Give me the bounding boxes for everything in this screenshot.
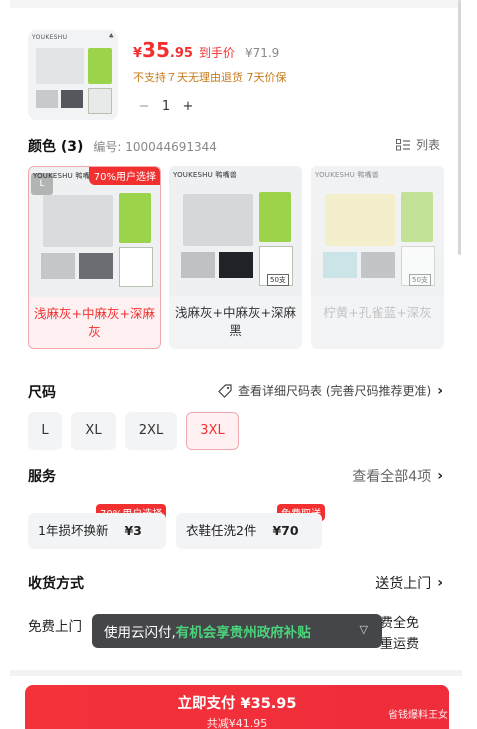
color-option-1[interactable]: 70%用户选择 YOUKESHU 鸭嘴兽 L 浅麻灰+中麻灰+深麻灰 [28, 166, 161, 349]
size-option-3xl[interactable]: 3XL [186, 412, 239, 450]
pack-image [119, 247, 153, 287]
card-brand: YOUKESHU 鸭嘴兽 [315, 171, 379, 179]
green-box-image [119, 193, 151, 243]
size-title: 尺码 [28, 385, 56, 401]
color-title: 颜色 (3) [28, 139, 84, 155]
list-icon [395, 138, 410, 150]
toast-highlight: 有机会享贵州政府补贴 [175, 625, 311, 641]
free-pickup-label: 免费上门 [28, 619, 82, 635]
view-all-services[interactable]: 查看全部4项 › [352, 466, 443, 486]
note-line-1: 费全免 [380, 616, 420, 631]
green-box-image [88, 48, 112, 84]
thumb-brand: YOUKESHU [32, 34, 68, 41]
item-image [323, 252, 357, 278]
chevron-right-icon: › [437, 468, 443, 484]
item-image [181, 252, 215, 278]
service-name: 衣鞋任洗2件 [186, 523, 257, 538]
service-option-2[interactable]: 衣鞋任洗2件 ¥70 [176, 513, 322, 549]
delivery-method[interactable]: 送货上门 › [375, 573, 443, 593]
toast-prefix: 使用云闪付, [104, 625, 176, 641]
price-label: 到手价 [198, 46, 235, 60]
package-image [43, 195, 113, 247]
quantity-value[interactable]: 1 [155, 99, 177, 114]
color-label: 柠黄+孔雀蓝+深灰 [323, 305, 432, 320]
size-option-2xl[interactable]: 2XL [125, 412, 177, 450]
watermark: 省钱爆料王女 [388, 710, 448, 721]
package-image [325, 194, 395, 246]
count-badge: 50支 [267, 274, 289, 286]
price-decimal: .95 [169, 46, 193, 61]
count-badge: 50支 [409, 274, 431, 286]
service-price: ¥3 [124, 523, 142, 538]
item-image-1 [36, 90, 58, 108]
pay-label: 立即支付 ¥35.95 [177, 696, 297, 712]
green-box-image [401, 192, 433, 242]
list-label: 列表 [415, 138, 440, 152]
view-all-label: 查看全部4项 [352, 469, 432, 485]
pay-now-button[interactable]: 立即支付 ¥35.95 共减¥41.95 [25, 685, 449, 729]
service-price: ¥70 [272, 523, 299, 538]
free-pickup-note: 费全免 重运费 [380, 613, 419, 655]
item-image [79, 253, 113, 279]
delivery-value: 送货上门 [375, 576, 432, 592]
item-image [41, 253, 75, 279]
delivery-title: 收货方式 [28, 576, 84, 592]
size-option-l[interactable]: L [28, 412, 62, 450]
color-option-3[interactable]: YOUKESHU 鸭嘴兽 50支 柠黄+孔雀蓝+深灰 [311, 166, 444, 349]
service-title: 服务 [28, 469, 56, 485]
size-guide-link[interactable]: 查看详细尺码表 (完善尺码推荐更准) › [218, 382, 443, 399]
product-thumbnail[interactable]: YOUKESHU ♣ [28, 30, 118, 120]
tag-icon [218, 383, 232, 398]
color-image-3: YOUKESHU 鸭嘴兽 50支 [311, 166, 444, 296]
color-header: 颜色 (3) 编号: 100044691344 列表 [28, 136, 440, 156]
chevron-right-icon: › [437, 382, 443, 399]
price-integer: 35 [142, 38, 170, 62]
section-divider [10, 670, 462, 676]
package-image [183, 194, 253, 246]
color-label: 浅麻灰+中麻灰+深麻黑 [175, 305, 296, 338]
item-image [361, 252, 395, 278]
service-option-1[interactable]: 1年损坏换新 ¥3 [28, 513, 166, 549]
currency-symbol: ¥ [133, 46, 143, 61]
item-image [219, 252, 253, 278]
package-image [36, 48, 84, 84]
color-image-1: YOUKESHU 鸭嘴兽 L [29, 167, 160, 297]
sku-number: 编号: 100044691344 [93, 139, 217, 154]
card-brand: YOUKESHU 鸭嘴兽 [173, 171, 237, 179]
service-name: 1年损坏换新 [38, 523, 109, 538]
size-guide-label: 查看详细尺码表 (完善尺码推荐更准) [238, 384, 432, 398]
price-line: ¥ 35 .95 到手价 ¥71.9 [133, 38, 279, 62]
color-option-2[interactable]: YOUKESHU 鸭嘴兽 50支 浅麻灰+中麻灰+深麻黑 [169, 166, 302, 349]
unionpay-toast[interactable]: 使用云闪付, 有机会享贵州政府补贴 ▽ [92, 614, 382, 648]
top-strip [10, 0, 460, 8]
scrollbar[interactable] [458, 0, 461, 255]
popular-badge: 70%用户选择 [88, 167, 160, 185]
chevron-right-icon: › [437, 575, 443, 591]
size-option-xl[interactable]: XL [71, 412, 116, 450]
discount-label: 共减¥41.95 [206, 717, 268, 729]
chevron-down-icon: ▽ [359, 623, 368, 636]
item-image-2 [61, 90, 83, 108]
decrease-button[interactable]: − [133, 99, 155, 114]
item-image-3 [88, 88, 112, 114]
color-image-2: YOUKESHU 鸭嘴兽 50支 [169, 166, 302, 296]
quantity-stepper: − 1 + [133, 93, 199, 119]
color-label: 浅麻灰+中麻灰+深麻灰 [34, 306, 155, 339]
green-box-image [259, 192, 291, 242]
return-policy: 不支持７天无理由退货 7天价保 [133, 71, 287, 84]
note-line-2: 重运费 [380, 637, 420, 652]
original-price: ¥71.9 [244, 46, 280, 60]
size-l-tag: L [31, 173, 53, 195]
increase-button[interactable]: + [177, 99, 199, 114]
list-view-toggle[interactable]: 列表 [395, 136, 440, 153]
brand-mark-icon: ♣ [108, 33, 114, 40]
